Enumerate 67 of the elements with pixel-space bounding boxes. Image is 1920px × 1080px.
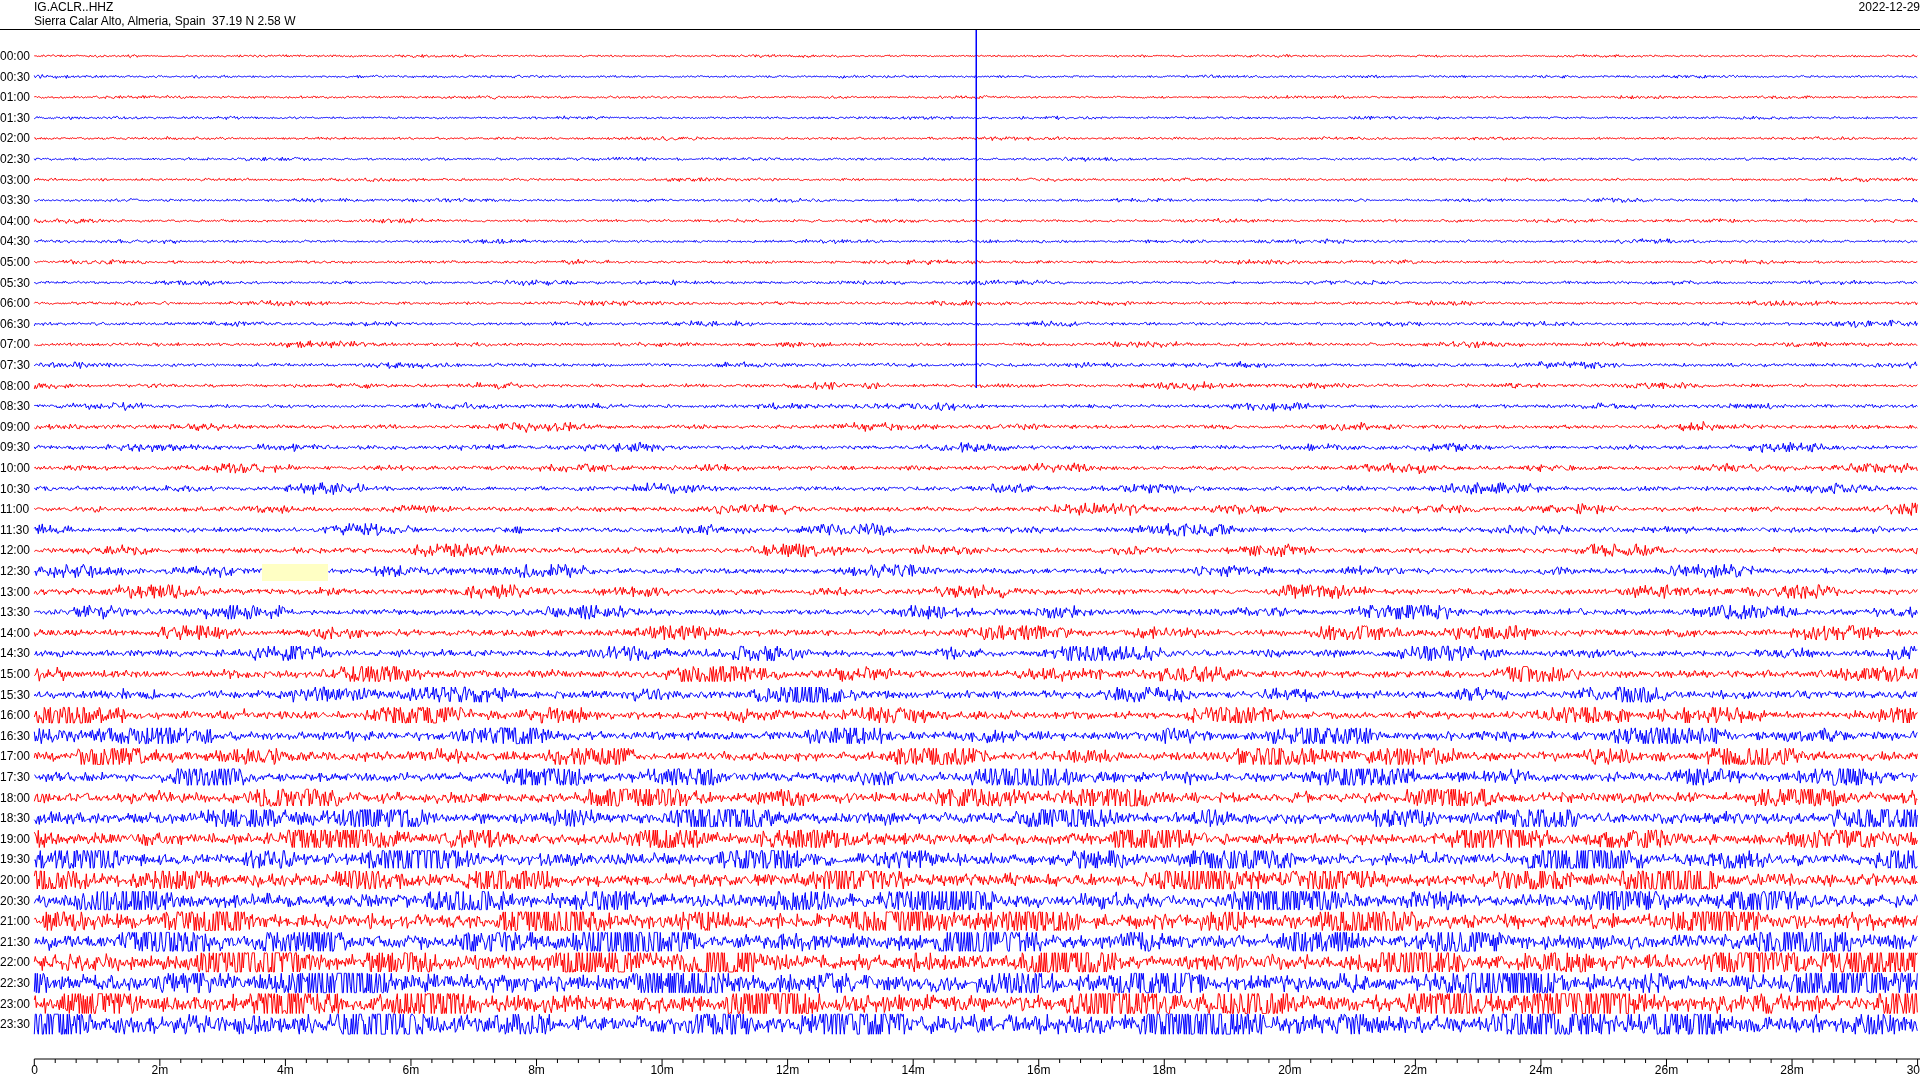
axis-tick-label: 20m [1278, 1063, 1302, 1077]
time-label: 05:30 [0, 275, 31, 290]
time-label: 23:00 [0, 996, 31, 1011]
time-label: 03:00 [0, 172, 31, 187]
station-code: IG.ACLR..HHZ [34, 0, 114, 14]
axis-tick-label: 0 [31, 1063, 38, 1077]
time-label: 12:30 [0, 564, 31, 578]
time-label: 05:00 [0, 255, 31, 269]
axis-tick-label: 6m [402, 1063, 420, 1077]
time-label: 16:00 [0, 708, 31, 723]
time-label: 09:30 [0, 440, 31, 455]
time-label: 08:30 [0, 399, 31, 414]
axis-tick-label: 14m [901, 1063, 925, 1077]
time-label: 11:00 [0, 502, 30, 517]
time-label: 19:00 [0, 831, 31, 846]
time-label: 00:00 [0, 49, 31, 63]
time-label: 01:30 [0, 110, 31, 125]
time-label: 23:30 [0, 1017, 31, 1032]
station-location: Sierra Calar Alto, Almeria, Spain 37.19 N 2.58 W [34, 14, 296, 28]
time-label: 15:00 [0, 667, 31, 681]
axis-tick-label: 8m [528, 1063, 545, 1077]
axis-tick-label: 18m [1152, 1063, 1176, 1077]
time-label: 06:00 [0, 296, 31, 311]
time-label: 04:00 [0, 213, 31, 228]
time-label: 02:00 [0, 131, 31, 146]
axis-tick-label: 4m [277, 1063, 294, 1077]
time-label: 19:30 [0, 852, 31, 867]
plot-date: 2022-12-29 [1858, 0, 1920, 14]
time-label: 00:30 [0, 69, 31, 84]
axis-tick-label: 24m [1529, 1063, 1553, 1077]
time-label: 14:30 [0, 646, 31, 661]
time-label: 20:00 [0, 873, 31, 887]
time-label: 08:00 [0, 378, 31, 393]
time-label: 10:30 [0, 481, 31, 496]
axis-tick-label: 30 [1906, 1063, 1920, 1077]
axis-tick-label: 12m [775, 1063, 800, 1077]
axis-tick-label: 16m [1027, 1063, 1051, 1077]
time-label: 07:30 [0, 358, 31, 372]
time-label: 22:30 [0, 976, 31, 990]
axis-tick-label: 2m [151, 1063, 169, 1077]
time-label: 04:30 [0, 234, 31, 249]
time-label: 14:00 [0, 625, 31, 640]
time-label: 15:30 [0, 687, 31, 702]
time-label: 02:30 [0, 152, 31, 166]
time-label: 13:30 [0, 605, 31, 620]
time-label: 12:00 [0, 543, 31, 558]
axis-tick-label: 28m [1780, 1063, 1804, 1077]
time-label: 20:30 [0, 893, 31, 908]
time-label: 21:30 [0, 934, 31, 949]
time-label: 13:00 [0, 584, 31, 599]
time-label: 06:30 [0, 316, 31, 331]
axis-tick-label: 22m [1403, 1063, 1428, 1077]
time-label: 17:00 [0, 749, 31, 764]
time-label: 17:30 [0, 770, 31, 784]
time-label: 03:30 [0, 193, 31, 208]
time-label: 07:00 [0, 337, 31, 352]
axis-tick-label: 26m [1654, 1063, 1679, 1077]
time-label: 09:00 [0, 419, 31, 434]
time-label: 18:00 [0, 790, 31, 805]
time-label: 10:00 [0, 461, 31, 475]
time-label: 22:00 [0, 955, 31, 970]
axis-tick-label: 10m [650, 1063, 674, 1077]
time-label: 16:30 [0, 728, 31, 743]
time-label: 01:00 [0, 90, 31, 105]
time-label: 11:30 [0, 522, 30, 537]
time-label: 21:00 [0, 914, 31, 929]
time-label: 18:30 [0, 811, 31, 826]
